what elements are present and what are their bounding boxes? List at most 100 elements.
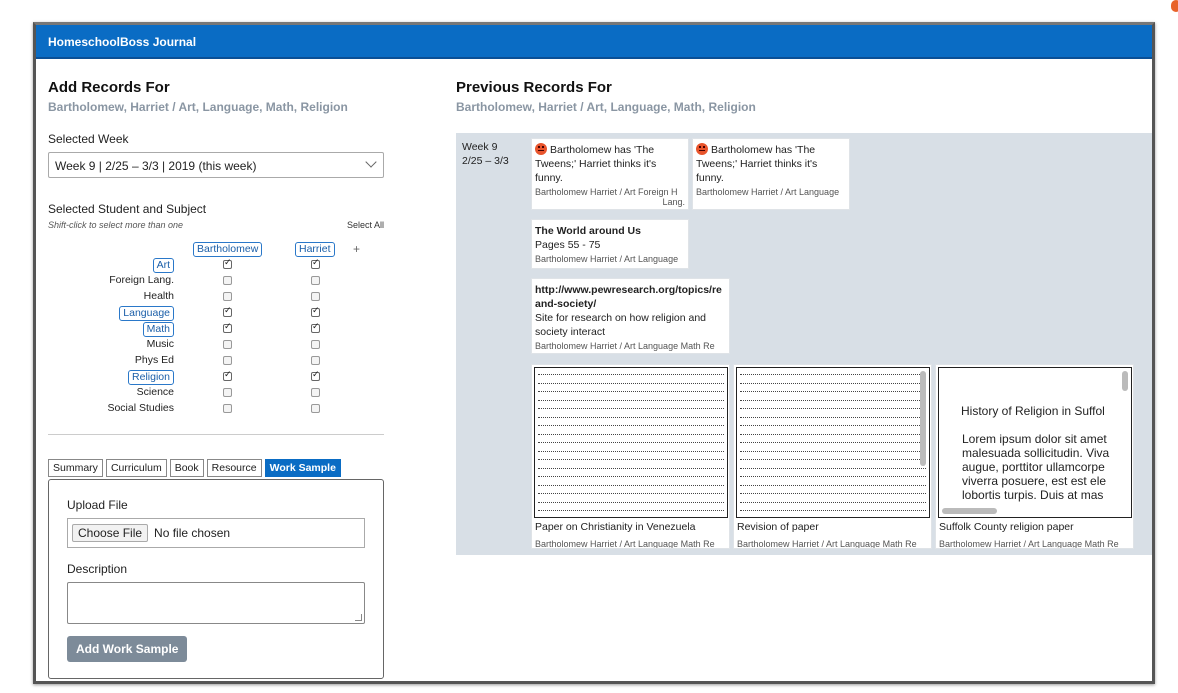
record-meta: Bartholomew Harriet / Art Language: [535, 254, 679, 264]
checkbox-harriet[interactable]: [311, 404, 320, 413]
record-type-tabs: Summary Curriculum Book Resource Work Sa…: [48, 459, 434, 477]
checkbox-bartholomew[interactable]: [223, 257, 232, 269]
angry-face-icon: [696, 143, 708, 155]
week-range: 2/25 – 3/3: [462, 155, 509, 167]
checkbox-bartholomew[interactable]: [223, 340, 232, 349]
choose-file-button[interactable]: Choose File: [72, 524, 149, 542]
subject-health[interactable]: Health: [144, 290, 174, 302]
work-sample-thumbnail[interactable]: [534, 367, 728, 518]
checkbox-harriet[interactable]: [311, 305, 320, 317]
record-meta: Bartholomew Harriet / Art Foreign H: [535, 187, 678, 197]
checkbox-bartholomew[interactable]: [223, 404, 232, 413]
week-heading: Week 9 2/25 – 3/3: [462, 140, 509, 168]
subject-phys-ed[interactable]: Phys Ed: [135, 354, 174, 366]
file-input[interactable]: Choose File No file chosen: [67, 518, 365, 548]
handwriting-line: [538, 416, 724, 418]
checkbox-harriet[interactable]: [311, 276, 320, 285]
work-sample-card-2[interactable]: Revision of paper Bartholomew Harriet / …: [733, 364, 932, 549]
handwriting-line: [740, 382, 926, 384]
selected-student-label: Selected Student and Subject: [48, 202, 207, 216]
handwriting-line: [740, 433, 926, 435]
work-sample-card-3[interactable]: History of Religion in Suffol Lorem ipsu…: [935, 364, 1134, 549]
subject-music[interactable]: Music: [147, 338, 174, 350]
handwriting-line: [740, 442, 926, 443]
student-toggle-harriet[interactable]: Harriet: [295, 242, 335, 257]
scrollbar[interactable]: [1122, 371, 1128, 391]
checkbox-harriet[interactable]: [311, 257, 320, 269]
tab-summary[interactable]: Summary: [48, 459, 103, 477]
handwriting-line: [740, 416, 926, 418]
record-meta: Bartholomew Harriet / Art Language Math …: [535, 539, 715, 549]
handwriting-line: [740, 425, 926, 426]
record-card-resource[interactable]: http://www.pewresearch.org/topics/re and…: [531, 278, 730, 354]
angry-face-icon: [535, 143, 547, 155]
checkbox-harriet[interactable]: [311, 340, 320, 349]
checkbox-harriet[interactable]: [311, 292, 320, 301]
app-title: HomeschoolBoss Journal: [36, 25, 1152, 59]
student-toggle-bartholomew[interactable]: Bartholomew: [193, 242, 263, 257]
handwriting-line: [538, 484, 724, 486]
checkbox-bartholomew[interactable]: [223, 321, 232, 333]
subject-math[interactable]: Math: [142, 322, 174, 337]
add-student-icon[interactable]: +: [353, 242, 360, 256]
handwriting-line: [538, 408, 724, 409]
subject-foreign-lang[interactable]: Foreign Lang.: [109, 274, 174, 286]
checkbox-harriet[interactable]: [311, 356, 320, 365]
tab-book[interactable]: Book: [169, 459, 204, 477]
records-board: Week 9 2/25 – 3/3 Bartholomew has 'The T…: [456, 133, 1152, 555]
checkbox-bartholomew[interactable]: [223, 369, 232, 381]
previous-records-panel: Previous Records For Bartholomew, Harrie…: [446, 59, 1152, 681]
window-corner-indicator: [1171, 0, 1178, 12]
handwriting-line: [538, 433, 724, 435]
record-meta: Bartholomew Harriet / Art Language Math …: [939, 539, 1119, 549]
record-meta: Bartholomew Harriet / Art Language Math …: [737, 539, 917, 549]
tab-resource[interactable]: Resource: [206, 459, 262, 477]
subject-science[interactable]: Science: [137, 386, 174, 398]
resource-url[interactable]: http://www.pewresearch.org/topics/re and…: [535, 283, 726, 311]
add-work-sample-button[interactable]: Add Work Sample: [67, 636, 188, 662]
scrollbar-horizontal[interactable]: [942, 508, 997, 514]
subject-art[interactable]: Art: [152, 258, 174, 273]
tab-curriculum[interactable]: Curriculum: [105, 459, 167, 477]
work-sample-thumbnail[interactable]: History of Religion in Suffol Lorem ipsu…: [938, 367, 1132, 518]
checkbox-harriet[interactable]: [311, 321, 320, 333]
checkbox-harriet[interactable]: [311, 369, 320, 381]
checkbox-bartholomew[interactable]: [223, 388, 232, 397]
checkbox-bartholomew[interactable]: [223, 356, 232, 365]
work-sample-caption: Paper on Christianity in Venezuela: [535, 521, 696, 533]
scrollbar[interactable]: [920, 371, 926, 466]
record-card-curriculum[interactable]: The World around Us Pages 55 - 75 Bartho…: [531, 219, 689, 269]
subject-language[interactable]: Language: [119, 306, 174, 321]
upload-file-label: Upload File: [67, 498, 128, 512]
handwriting-line: [538, 493, 724, 494]
handwriting-line: [538, 399, 724, 401]
add-records-heading: Add Records For: [48, 79, 170, 96]
handwriting-line: [538, 510, 724, 511]
checkbox-bartholomew[interactable]: [223, 276, 232, 285]
previous-records-breadcrumb: Bartholomew, Harriet / Art, Language, Ma…: [456, 100, 756, 114]
work-sample-card-1[interactable]: Paper on Christianity in Venezuela Barth…: [531, 364, 730, 549]
description-textarea[interactable]: [67, 582, 365, 624]
handwriting-line: [538, 425, 724, 426]
resource-description: Site for research on how religion and so…: [535, 312, 707, 338]
document-title: History of Religion in Suffol: [961, 404, 1105, 418]
previous-records-heading: Previous Records For: [456, 79, 612, 96]
handwriting-line: [740, 459, 926, 460]
record-meta-overflow: Lang.: [662, 197, 685, 207]
handwriting-line: [740, 408, 926, 409]
tab-work-sample[interactable]: Work Sample: [264, 459, 341, 477]
handwriting-line: [740, 510, 926, 511]
subject-religion[interactable]: Religion: [128, 370, 174, 385]
week-select[interactable]: Week 9 | 2/25 – 3/3 | 2019 (this week): [48, 152, 384, 178]
subject-social-studies[interactable]: Social Studies: [107, 402, 174, 414]
checkbox-bartholomew[interactable]: [223, 292, 232, 301]
handwriting-line: [740, 374, 926, 375]
record-card-summary-2[interactable]: Bartholomew has 'The Tweens;' Harriet th…: [692, 138, 850, 210]
handwriting-line: [740, 399, 926, 401]
record-card-summary-1[interactable]: Bartholomew has 'The Tweens;' Harriet th…: [531, 138, 689, 210]
select-all-link[interactable]: Select All: [347, 220, 384, 230]
checkbox-bartholomew[interactable]: [223, 305, 232, 317]
checkbox-harriet[interactable]: [311, 388, 320, 397]
handwriting-line: [538, 442, 724, 443]
work-sample-thumbnail[interactable]: [736, 367, 930, 518]
